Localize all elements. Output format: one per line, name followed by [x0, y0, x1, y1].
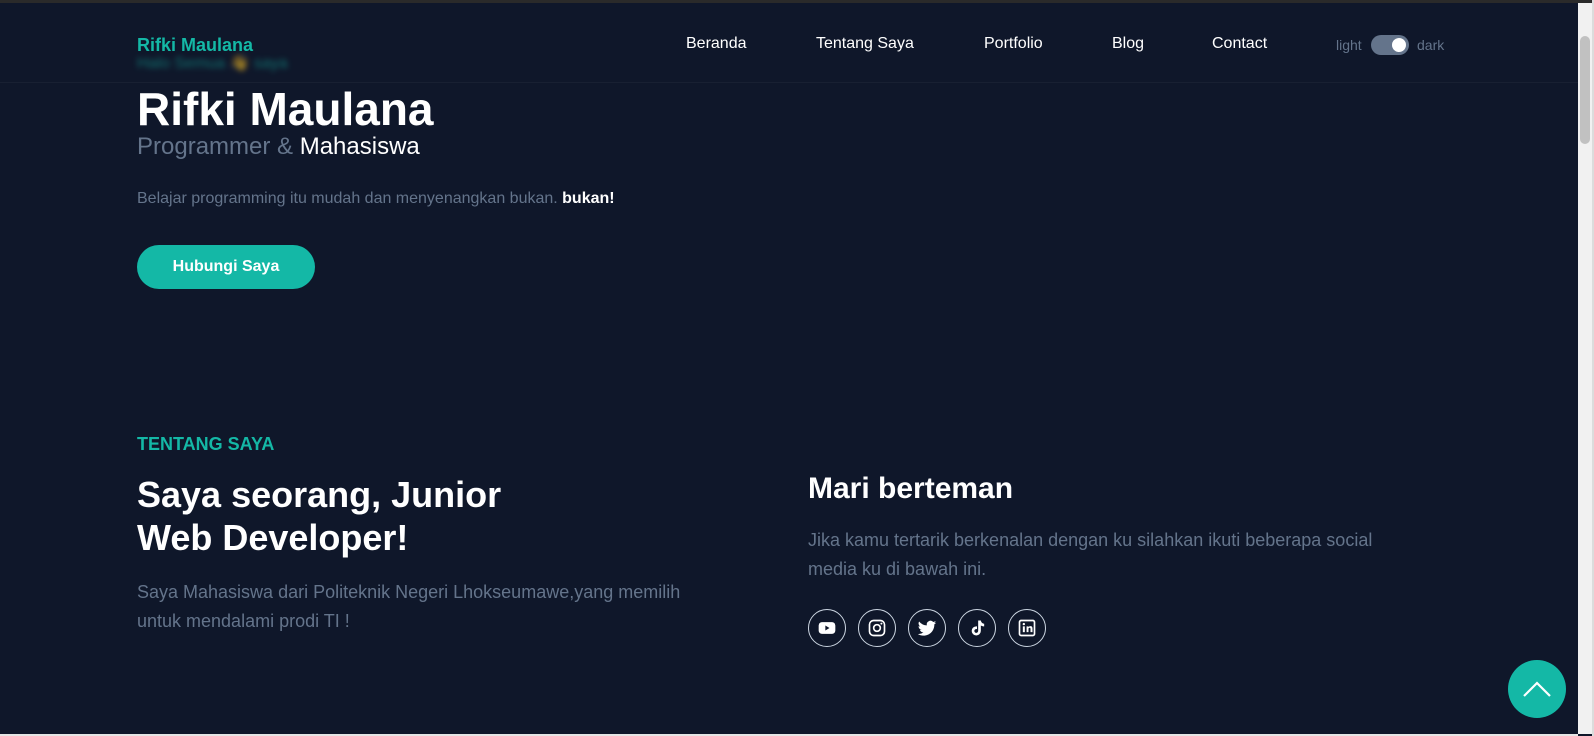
- nav-blog[interactable]: Blog: [1112, 35, 1144, 53]
- hero-description: Belajar programming itu mudah dan menyen…: [137, 190, 615, 208]
- chevron-up-icon: [1523, 681, 1551, 697]
- hero-greeting: Halo Semua 👋 saya: [137, 55, 288, 72]
- tiktok-link[interactable]: [958, 609, 996, 647]
- about-kicker: TENTANG SAYA: [137, 434, 275, 454]
- hero-role-highlight: Mahasiswa: [299, 133, 420, 160]
- social-title: Mari berteman: [808, 472, 1014, 505]
- scrollbar-thumb[interactable]: [1580, 36, 1590, 144]
- nav-tentang-saya[interactable]: Tentang Saya: [816, 35, 914, 53]
- instagram-icon: [868, 619, 886, 637]
- social-body: Jika kamu tertarik berkenalan dengan ku …: [808, 530, 1373, 579]
- tiktok-icon: [971, 620, 985, 636]
- nav-beranda[interactable]: Beranda: [686, 35, 747, 53]
- contact-me-button[interactable]: Hubungi Saya: [137, 245, 315, 289]
- nav-portfolio[interactable]: Portfolio: [984, 35, 1043, 53]
- theme-toggle[interactable]: [1371, 35, 1409, 55]
- dark-mode-label: dark: [1417, 37, 1445, 53]
- instagram-link[interactable]: [858, 609, 896, 647]
- hero-role: Programmer & Mahasiswa: [137, 133, 420, 161]
- about-title: Saya seorang, Junior Web Developer!: [137, 474, 502, 558]
- about-body: Saya Mahasiswa dari Politeknik Negeri Lh…: [137, 582, 681, 631]
- youtube-link[interactable]: [808, 609, 846, 647]
- twitter-icon: [917, 620, 937, 636]
- back-to-top-button[interactable]: [1508, 660, 1566, 718]
- linkedin-icon: [1018, 619, 1036, 637]
- light-mode-label: light: [1336, 37, 1362, 53]
- theme-toggle-knob: [1392, 38, 1406, 52]
- hero-role-prefix: Programmer &: [137, 133, 294, 160]
- linkedin-link[interactable]: [1008, 609, 1046, 647]
- hero-name: Rifki Maulana: [137, 83, 434, 135]
- twitter-link[interactable]: [908, 609, 946, 647]
- hero-description-text: Belajar programming itu mudah dan menyen…: [137, 190, 558, 207]
- hero-description-emphasis: bukan!: [562, 190, 615, 207]
- nav-contact[interactable]: Contact: [1212, 35, 1267, 53]
- youtube-icon: [818, 622, 836, 634]
